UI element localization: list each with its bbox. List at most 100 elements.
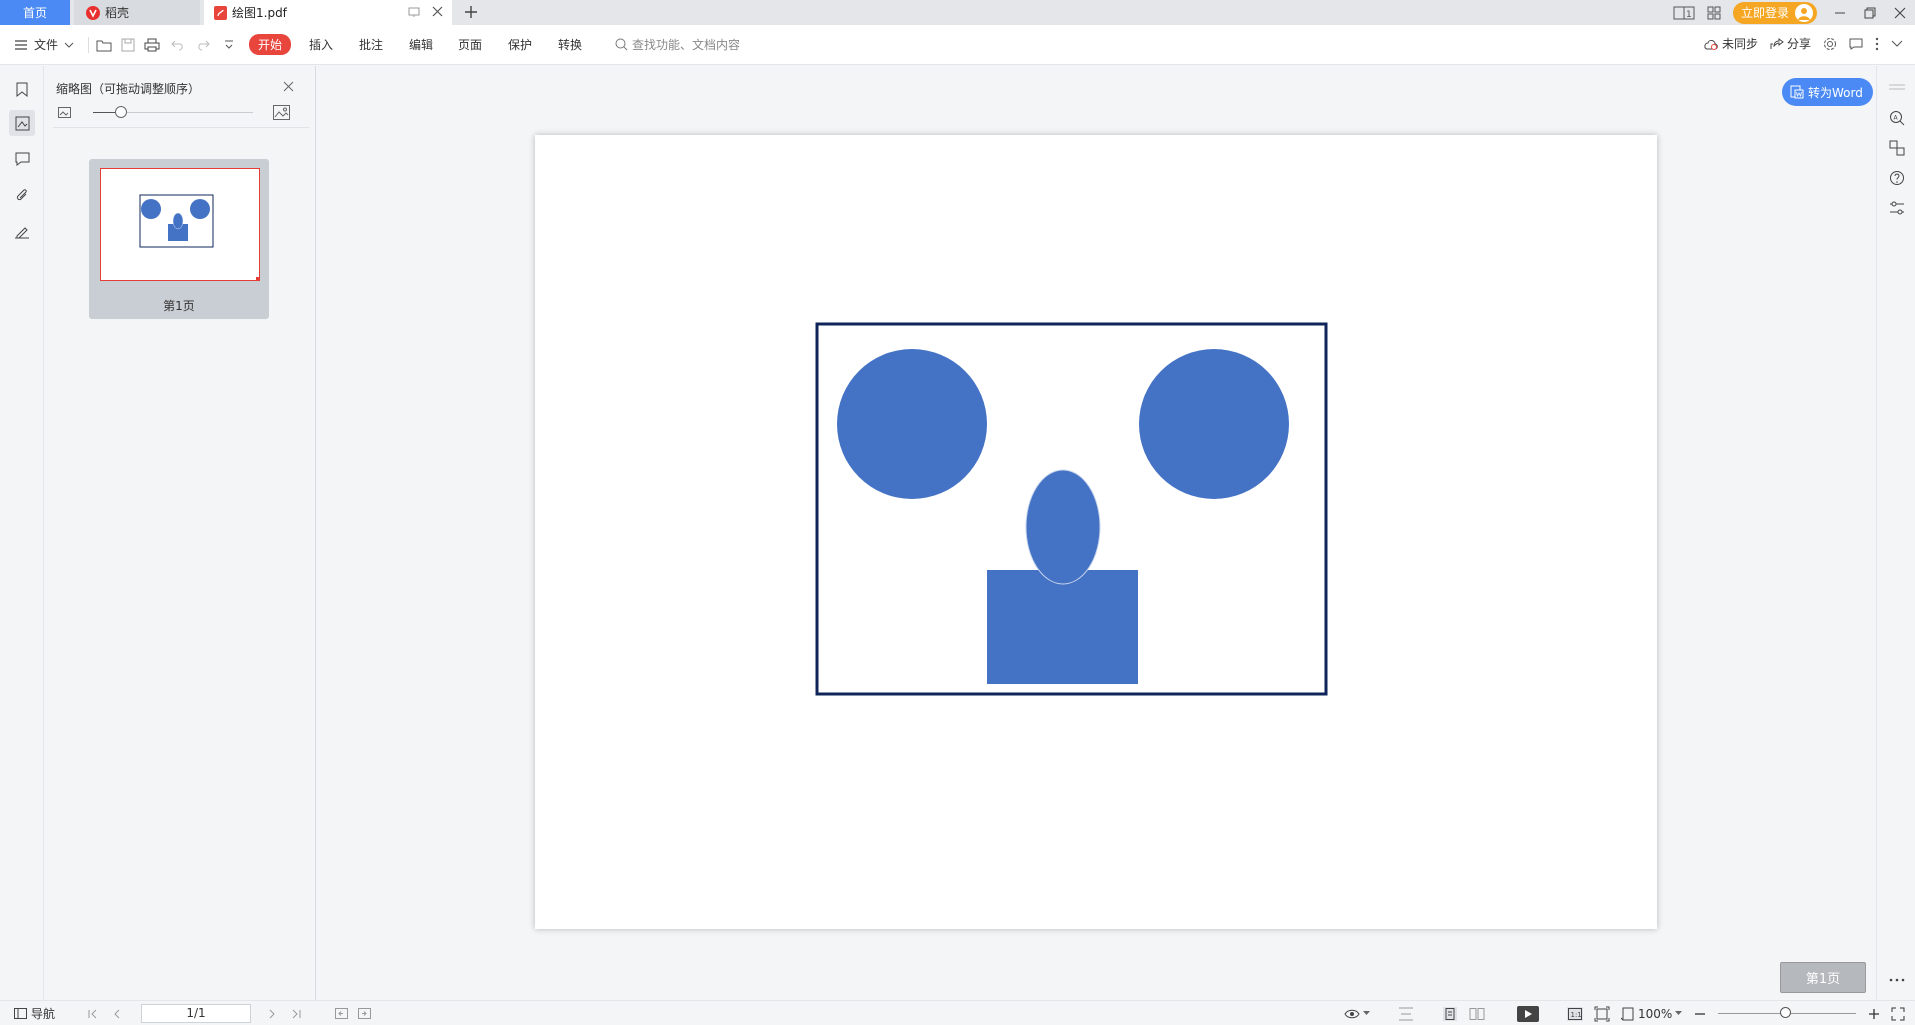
login-button[interactable]: 立即登录 xyxy=(1732,1,1817,24)
next-page-icon[interactable] xyxy=(268,1001,276,1025)
title-right-controls: 1 立即登录 xyxy=(1669,0,1915,25)
tab-document[interactable]: 绘图1.pdf xyxy=(204,0,452,25)
tab-docer[interactable]: 稻壳 xyxy=(74,0,200,25)
tab-page[interactable]: 页面 xyxy=(458,36,482,53)
menu-divider xyxy=(88,37,89,53)
tab-insert[interactable]: 插入 xyxy=(309,36,333,53)
last-page-icon[interactable] xyxy=(291,1001,301,1025)
customize-quick-access-icon[interactable] xyxy=(220,36,238,54)
attachment-icon[interactable] xyxy=(9,182,35,208)
help-icon[interactable] xyxy=(1886,167,1908,189)
share-label: 分享 xyxy=(1786,37,1811,51)
collapse-ribbon-icon[interactable] xyxy=(1891,40,1903,48)
svg-text:1:1: 1:1 xyxy=(1571,1011,1582,1019)
signature-icon[interactable] xyxy=(9,218,35,244)
small-image-icon[interactable] xyxy=(58,107,71,118)
apps-grid-icon[interactable] xyxy=(1699,0,1729,25)
undo-icon[interactable] xyxy=(169,36,187,54)
close-tab-icon[interactable] xyxy=(431,5,444,18)
thumbnail-view-icon[interactable] xyxy=(9,110,35,136)
thumbnail-page-label: 第1页 xyxy=(163,299,195,313)
tab-annotate[interactable]: 批注 xyxy=(359,36,383,53)
thumbnail-panel: 缩略图（可拖动调整顺序） 第1页 xyxy=(45,66,316,1000)
slider-fill xyxy=(93,112,115,113)
layout-icon[interactable]: 1 xyxy=(1669,0,1699,25)
two-page-view-icon[interactable] xyxy=(1469,1001,1485,1025)
search-input[interactable]: 查找功能、文档内容 xyxy=(615,36,740,53)
document-viewport: 转为Word 第1页 xyxy=(317,66,1875,1000)
first-page-icon[interactable] xyxy=(88,1001,98,1025)
tab-start[interactable]: 开始 xyxy=(249,34,292,55)
share-icon xyxy=(1770,37,1784,50)
left-sidebar-rail xyxy=(0,66,44,1000)
center-ellipse-shape xyxy=(1025,469,1101,585)
pdf-page[interactable] xyxy=(535,135,1657,929)
translate-icon[interactable] xyxy=(1886,137,1908,159)
actual-size-icon[interactable]: 1:1 xyxy=(1567,1001,1583,1025)
title-bar: 首页 稻壳 绘图1.pdf 1 立即登录 xyxy=(0,0,1915,25)
search-icon xyxy=(615,38,628,51)
bottom-rectangle-shape xyxy=(987,570,1138,684)
tab-convert[interactable]: 转换 xyxy=(558,36,582,53)
search-placeholder: 查找功能、文档内容 xyxy=(632,38,741,52)
new-tab-icon[interactable] xyxy=(462,3,480,21)
large-image-icon[interactable] xyxy=(273,105,290,120)
close-window-button[interactable] xyxy=(1885,0,1915,25)
play-slideshow-icon[interactable] xyxy=(1517,1001,1539,1025)
forward-view-icon[interactable] xyxy=(358,1001,371,1025)
zoom-level-dropdown[interactable]: 100% xyxy=(1621,1001,1683,1025)
fullscreen-icon[interactable] xyxy=(1891,1001,1905,1025)
chevron-down-icon xyxy=(64,41,74,49)
tab-home[interactable]: 首页 xyxy=(0,0,70,25)
save-icon[interactable] xyxy=(119,36,137,54)
zoom-in-icon[interactable] xyxy=(1868,1001,1880,1025)
page-number-input[interactable]: 1/1 xyxy=(141,1004,251,1023)
find-text-icon[interactable]: A xyxy=(1886,107,1908,129)
zoom-out-icon[interactable] xyxy=(1694,1001,1706,1025)
current-page-badge[interactable]: 第1页 xyxy=(1780,962,1866,993)
file-menu-button[interactable]: 文件 xyxy=(14,36,74,53)
annotation-list-icon[interactable] xyxy=(9,146,35,172)
slider-handle[interactable] xyxy=(115,106,127,118)
hamburger-icon xyxy=(14,39,28,51)
file-menu-label: 文件 xyxy=(34,38,59,52)
more-options-icon[interactable] xyxy=(1886,969,1908,991)
thumbnail-size-slider[interactable] xyxy=(53,98,309,128)
single-page-view-icon[interactable] xyxy=(1443,1001,1457,1025)
comment-icon[interactable] xyxy=(1849,38,1863,50)
restore-button[interactable] xyxy=(1855,0,1885,25)
convert-to-word-button[interactable]: 转为Word xyxy=(1782,78,1873,106)
navigation-toggle[interactable]: 导航 xyxy=(14,1001,55,1025)
tab-protect[interactable]: 保护 xyxy=(508,36,532,53)
fit-page-icon[interactable] xyxy=(1594,1001,1610,1025)
bookmark-icon[interactable] xyxy=(9,76,35,102)
drag-handle-icon[interactable] xyxy=(1886,76,1908,98)
adjust-settings-icon[interactable] xyxy=(1886,197,1908,219)
open-folder-icon[interactable] xyxy=(95,36,113,54)
tab-edit[interactable]: 编辑 xyxy=(409,36,433,53)
navigation-label: 导航 xyxy=(31,1007,56,1021)
page-zoom-icon xyxy=(1621,1007,1635,1021)
settings-icon[interactable] xyxy=(1823,37,1837,51)
tab-document-label: 绘图1.pdf xyxy=(232,6,287,20)
redo-icon[interactable] xyxy=(194,36,212,54)
convert-doc-icon xyxy=(1790,85,1804,99)
status-bar: 导航 1/1 1:1 100% xyxy=(0,1000,1915,1025)
sync-button[interactable]: 未同步 xyxy=(1703,35,1758,52)
fit-width-icon[interactable] xyxy=(1398,1001,1414,1025)
pin-tab-icon[interactable] xyxy=(408,6,420,18)
chevron-down-icon xyxy=(1363,1011,1370,1016)
page-thumbnail[interactable] xyxy=(100,168,260,281)
share-button[interactable]: 分享 xyxy=(1770,35,1811,52)
more-vertical-icon[interactable] xyxy=(1875,37,1879,51)
svg-text:A: A xyxy=(1894,115,1899,122)
zoom-slider-handle[interactable] xyxy=(1780,1007,1791,1018)
previous-page-icon[interactable] xyxy=(113,1001,121,1025)
print-icon[interactable] xyxy=(143,36,161,54)
eye-protection-toggle[interactable] xyxy=(1344,1001,1370,1025)
convert-to-word-label: 转为Word xyxy=(1808,85,1863,100)
pdf-file-icon xyxy=(214,5,227,20)
back-view-icon[interactable] xyxy=(335,1001,348,1025)
close-panel-icon[interactable] xyxy=(283,81,294,92)
minimize-button[interactable] xyxy=(1825,0,1855,25)
